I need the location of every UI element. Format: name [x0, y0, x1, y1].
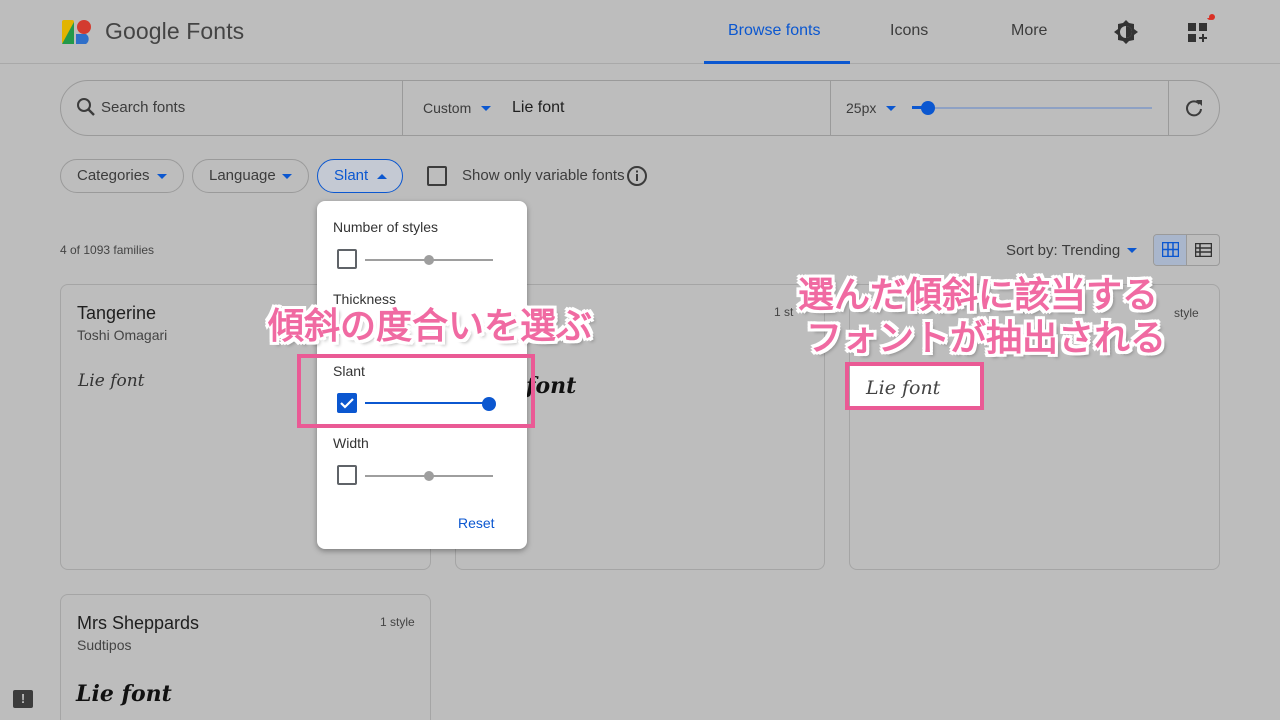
grid-view-icon: [1162, 242, 1179, 257]
search-input[interactable]: Search fonts: [101, 99, 185, 116]
font-size-select[interactable]: 25px: [846, 100, 876, 116]
style-count: 1 st: [774, 305, 794, 319]
chevron-down-icon: [886, 106, 896, 111]
font-size-slider-track[interactable]: [912, 107, 1152, 109]
reset-button[interactable]: Reset: [458, 515, 495, 531]
width-checkbox[interactable]: [337, 465, 357, 485]
notification-dot: [1209, 14, 1215, 20]
results-count: 4 of 1093 families: [60, 243, 155, 257]
tab-browse-fonts[interactable]: Browse fonts: [728, 22, 820, 40]
refresh-icon[interactable]: [1184, 98, 1204, 118]
variable-fonts-checkbox[interactable]: [427, 166, 447, 186]
chevron-down-icon: [282, 174, 292, 179]
filter-slant-chip[interactable]: Slant: [317, 159, 403, 193]
font-sample: Lie font: [78, 371, 145, 391]
view-toggle: [1153, 234, 1220, 266]
chevron-down-icon: [1127, 248, 1137, 253]
list-view-icon[interactable]: [1195, 243, 1212, 257]
grid-view-button[interactable]: [1154, 235, 1187, 265]
chevron-up-icon: [377, 174, 387, 179]
apps-add-icon[interactable]: [1185, 18, 1213, 46]
theme-toggle-icon[interactable]: [1112, 18, 1140, 46]
preview-mode-select[interactable]: Custom: [423, 100, 471, 116]
style-count: style: [1174, 306, 1199, 320]
chip-label: Categories: [77, 167, 150, 184]
filter-categories-chip[interactable]: Categories: [60, 159, 184, 193]
font-name: Mrs Sheppards: [77, 613, 200, 633]
sort-select[interactable]: Sort by: Trending: [1006, 242, 1120, 259]
thickness-label: Thickness: [333, 291, 397, 307]
filter-language-chip[interactable]: Language: [192, 159, 309, 193]
divider: [402, 81, 403, 135]
tab-more[interactable]: More: [1011, 22, 1047, 40]
tab-icons[interactable]: Icons: [890, 22, 928, 40]
annotation-choose-slant: 傾斜の度合いを選ぶ: [268, 306, 593, 347]
font-author: Toshi Omagari: [77, 327, 168, 343]
chip-label: Language: [209, 167, 276, 184]
style-count: 1 style: [380, 615, 415, 629]
chip-label: Slant: [334, 167, 369, 184]
google-fonts-logo-icon[interactable]: [60, 18, 94, 46]
font-sample: Lie font: [76, 681, 172, 707]
active-tab-indicator: [704, 61, 850, 64]
number-of-styles-label: Number of styles: [333, 219, 439, 235]
info-icon[interactable]: [626, 165, 648, 187]
font-size-slider-handle[interactable]: [921, 101, 935, 115]
font-author: Sudtipos: [77, 637, 132, 653]
top-app-bar: Google Fonts Browse fonts Icons More: [0, 0, 1280, 64]
divider: [830, 81, 831, 135]
font-card-mrs-sheppards[interactable]: Mrs Sheppards Sudtipos 1 style Lie font: [60, 594, 431, 720]
variable-fonts-label[interactable]: Show only variable fonts: [462, 167, 625, 184]
brand-name[interactable]: Google Fonts: [105, 18, 244, 45]
feedback-icon[interactable]: !: [13, 690, 33, 708]
annotation-result-line1: 選んだ傾斜に該当する: [798, 275, 1159, 316]
width-label: Width: [333, 435, 369, 451]
divider: [1168, 81, 1169, 135]
number-of-styles-handle[interactable]: [424, 255, 434, 265]
slant-highlight-box: [297, 354, 535, 428]
result-highlight-box: [845, 362, 984, 410]
font-name: Tangerine: [77, 303, 157, 323]
preview-text-input[interactable]: Lie font: [512, 99, 564, 117]
annotation-result-line2: フォントが抽出される: [806, 318, 1167, 359]
search-bar: Search fonts Custom Lie font 25px: [60, 80, 1220, 136]
chevron-down-icon: [481, 106, 491, 111]
search-icon: [77, 98, 95, 116]
number-of-styles-checkbox[interactable]: [337, 249, 357, 269]
width-slider-handle[interactable]: [424, 471, 434, 481]
chevron-down-icon: [157, 174, 167, 179]
